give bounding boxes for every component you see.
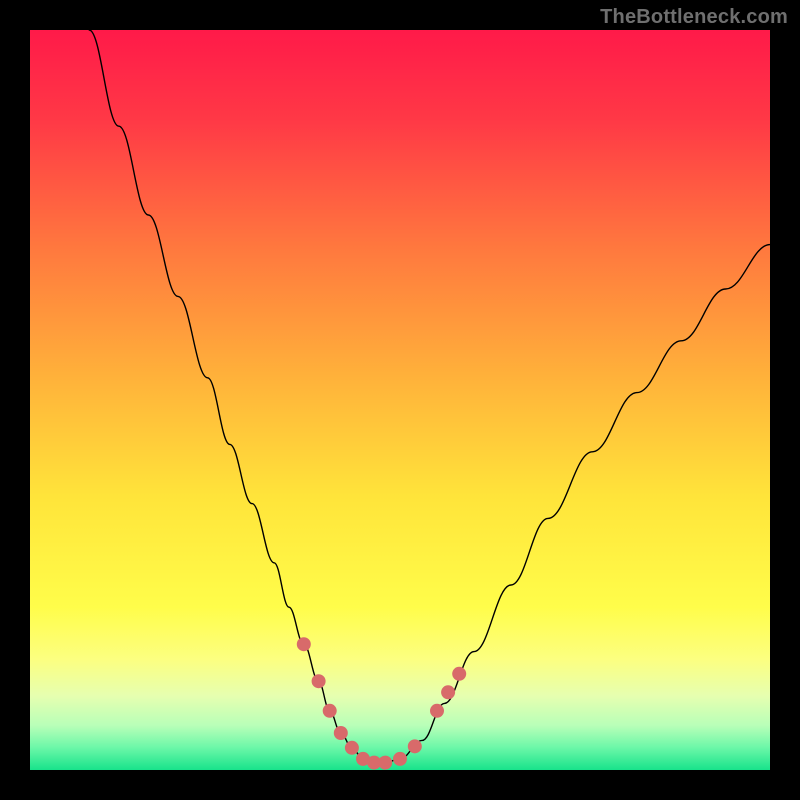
highlight-dot [345, 741, 359, 755]
highlight-dot [408, 739, 422, 753]
highlight-dot [430, 704, 444, 718]
highlight-dot [441, 685, 455, 699]
highlight-dot [323, 704, 337, 718]
highlight-dot [452, 667, 466, 681]
bottleneck-chart [30, 30, 770, 770]
highlight-dot [297, 637, 311, 651]
chart-container: TheBottleneck.com [0, 0, 800, 800]
highlight-dot [334, 726, 348, 740]
highlight-dot [312, 674, 326, 688]
watermark-text: TheBottleneck.com [600, 6, 788, 29]
highlight-dot [378, 756, 392, 770]
highlight-dot [393, 752, 407, 766]
gradient-background [30, 30, 770, 770]
